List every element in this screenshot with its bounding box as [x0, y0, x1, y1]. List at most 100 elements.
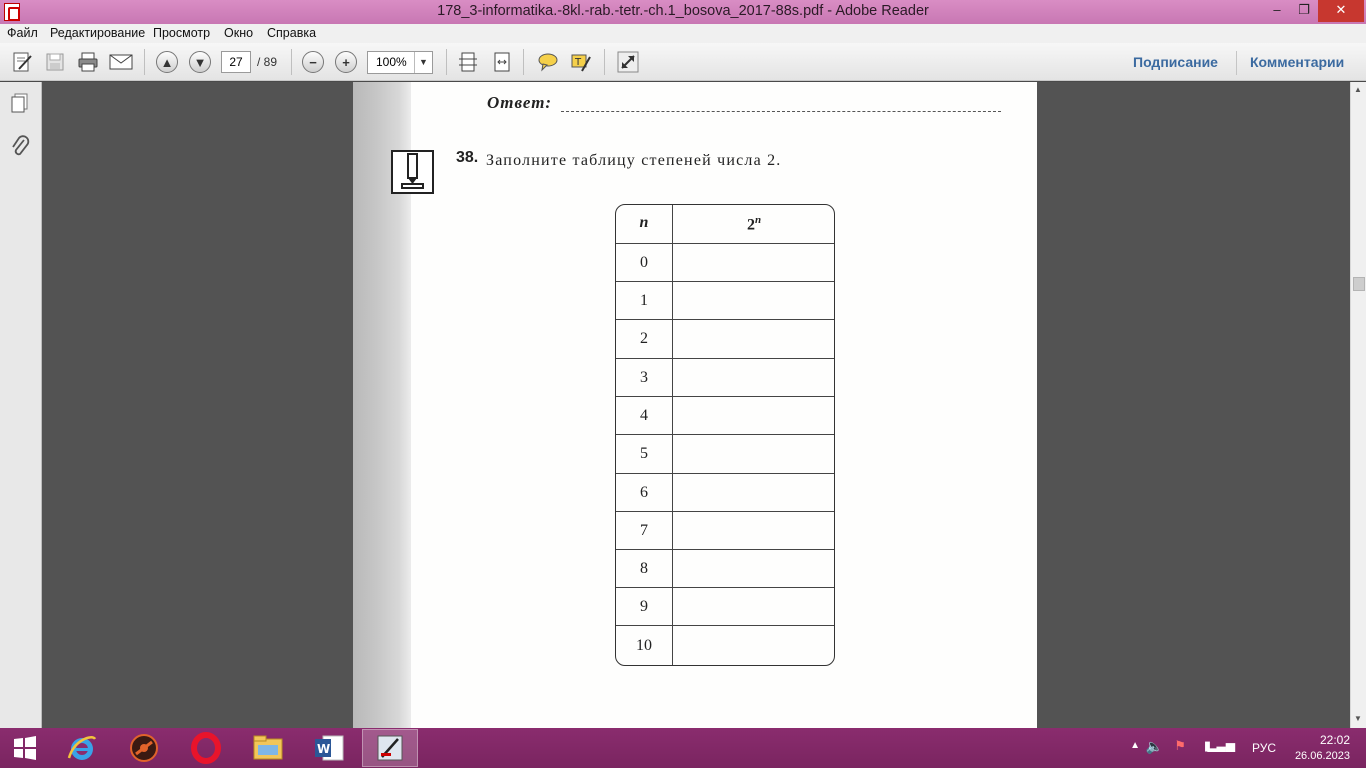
table-cell-n: 0: [640, 254, 648, 271]
table-row: 5: [616, 435, 834, 474]
table-cell-n: 3: [640, 369, 648, 386]
maximize-button[interactable]: ❐: [1292, 0, 1316, 22]
toolbar-separator: [144, 49, 145, 75]
internet-explorer-icon: [67, 736, 97, 760]
fit-page-button[interactable]: [455, 49, 481, 75]
pdf-page: Ответ: 38. Заполните таблицу степеней чи…: [353, 82, 1037, 728]
taskbar-app-explorer[interactable]: [240, 729, 296, 767]
taskbar-app-adobe-reader[interactable]: [362, 729, 418, 767]
menu-file[interactable]: Файл: [7, 26, 38, 40]
scroll-up-icon[interactable]: ▲: [1354, 85, 1362, 94]
table-cell-answer[interactable]: [672, 626, 834, 665]
menu-view[interactable]: Просмотр: [153, 26, 210, 40]
word-icon: W: [315, 735, 344, 761]
zoom-value: 100%: [376, 55, 407, 69]
table-cell-n: 7: [640, 522, 648, 539]
print-button[interactable]: [75, 49, 101, 75]
title-bar: 178_3-informatika.-8kl.-rab.-tetr.-ch.1_…: [0, 0, 1366, 24]
scrollbar-thumb[interactable]: [1353, 277, 1365, 291]
table-cell-answer[interactable]: [672, 320, 834, 358]
table-cell-answer[interactable]: [672, 435, 834, 473]
toolbar: ▲ ▼ 27 / 89 − + 100% ▼ T Подписание Комм…: [0, 43, 1366, 81]
expand-button[interactable]: [615, 49, 641, 75]
taskbar-app-ie[interactable]: [54, 729, 110, 767]
toolbar-separator: [523, 49, 524, 75]
table-cell-answer[interactable]: [672, 359, 834, 397]
scroll-down-icon[interactable]: ▼: [1354, 714, 1362, 723]
comments-link[interactable]: Комментарии: [1250, 54, 1344, 70]
menu-window[interactable]: Окно: [224, 26, 253, 40]
taskbar-app-media[interactable]: [116, 729, 172, 767]
signal-icon[interactable]: ▂▃▅: [1207, 738, 1235, 752]
save-disk-icon: [46, 53, 64, 71]
clock-date[interactable]: 26.06.2023: [1295, 750, 1350, 762]
start-icon: [14, 736, 36, 760]
table-row: 4: [616, 397, 834, 435]
vertical-scrollbar[interactable]: ▲ ▼: [1350, 82, 1366, 728]
page-total-label: / 89: [257, 55, 278, 69]
table-row: 10: [616, 626, 834, 665]
table-cell-answer[interactable]: [672, 512, 834, 550]
minimize-button[interactable]: –: [1262, 0, 1292, 22]
table-row: 6: [616, 474, 834, 512]
save-button[interactable]: [42, 49, 68, 75]
show-hidden-icons-icon[interactable]: ▲: [1130, 740, 1140, 751]
create-pdf-button[interactable]: [9, 49, 35, 75]
taskbar-app-word[interactable]: W: [301, 729, 357, 767]
toolbar-separator: [604, 49, 605, 75]
minus-icon: −: [302, 51, 324, 73]
table-cell-answer[interactable]: [672, 550, 834, 588]
expand-arrows-icon: [617, 51, 639, 73]
toolbar-separator: [446, 49, 447, 75]
paperclip-icon: [12, 135, 30, 156]
svg-text:W: W: [317, 742, 330, 756]
table-cell-answer[interactable]: [672, 397, 834, 435]
highlight-text-icon: T: [571, 54, 591, 72]
table-cell-n: 4: [640, 407, 648, 424]
table-cell-n: 8: [640, 560, 648, 577]
attachments-panel-button[interactable]: [9, 134, 31, 163]
close-button[interactable]: ✕: [1318, 0, 1364, 22]
envelope-icon: [109, 54, 133, 70]
taskbar-app-opera[interactable]: [178, 729, 234, 767]
adobe-reader-icon: [377, 735, 403, 761]
table-row: 9: [616, 588, 834, 626]
table-cell-answer[interactable]: [672, 282, 834, 320]
menu-edit[interactable]: Редактирование: [50, 26, 145, 40]
zoom-in-button[interactable]: +: [333, 49, 359, 75]
network-error-icon[interactable]: ⚑: [1174, 738, 1186, 754]
table-cell-answer[interactable]: [672, 244, 834, 282]
table-row: 1: [616, 282, 834, 320]
chevron-down-icon[interactable]: ▼: [414, 52, 432, 73]
header-power-base: 2: [746, 216, 755, 234]
table-cell-answer[interactable]: [672, 474, 834, 512]
next-page-button[interactable]: ▼: [187, 49, 213, 75]
table-cell-n: 9: [640, 598, 648, 615]
language-indicator[interactable]: РУС: [1252, 741, 1276, 755]
toolbar-separator: [291, 49, 292, 75]
menu-help[interactable]: Справка: [267, 26, 316, 40]
add-comment-button[interactable]: [535, 49, 561, 75]
pages-panel-button[interactable]: [9, 92, 31, 119]
table-row: 8: [616, 550, 834, 588]
page-number-input[interactable]: 27: [221, 51, 251, 73]
volume-icon[interactable]: 🔈: [1146, 738, 1163, 755]
sign-link[interactable]: Подписание: [1133, 54, 1218, 70]
navigation-sidebar: [0, 82, 42, 728]
email-button[interactable]: [108, 49, 134, 75]
clock-time[interactable]: 22:02: [1320, 733, 1350, 747]
arrow-down-icon: ▼: [189, 51, 211, 73]
table-cell-answer[interactable]: [672, 588, 834, 626]
answer-line: [561, 111, 1001, 112]
table-row: 3: [616, 359, 834, 397]
task-text: Заполните таблицу степеней числа 2.: [486, 152, 782, 169]
fit-width-button[interactable]: [489, 49, 515, 75]
start-button[interactable]: [0, 729, 50, 767]
zoom-select[interactable]: 100% ▼: [367, 51, 433, 74]
previous-page-button[interactable]: ▲: [154, 49, 180, 75]
table-cell-n: 5: [640, 445, 648, 462]
zoom-out-button[interactable]: −: [300, 49, 326, 75]
plus-icon: +: [335, 51, 357, 73]
window-title: 178_3-informatika.-8kl.-rab.-tetr.-ch.1_…: [437, 3, 929, 19]
highlight-text-button[interactable]: T: [568, 49, 594, 75]
